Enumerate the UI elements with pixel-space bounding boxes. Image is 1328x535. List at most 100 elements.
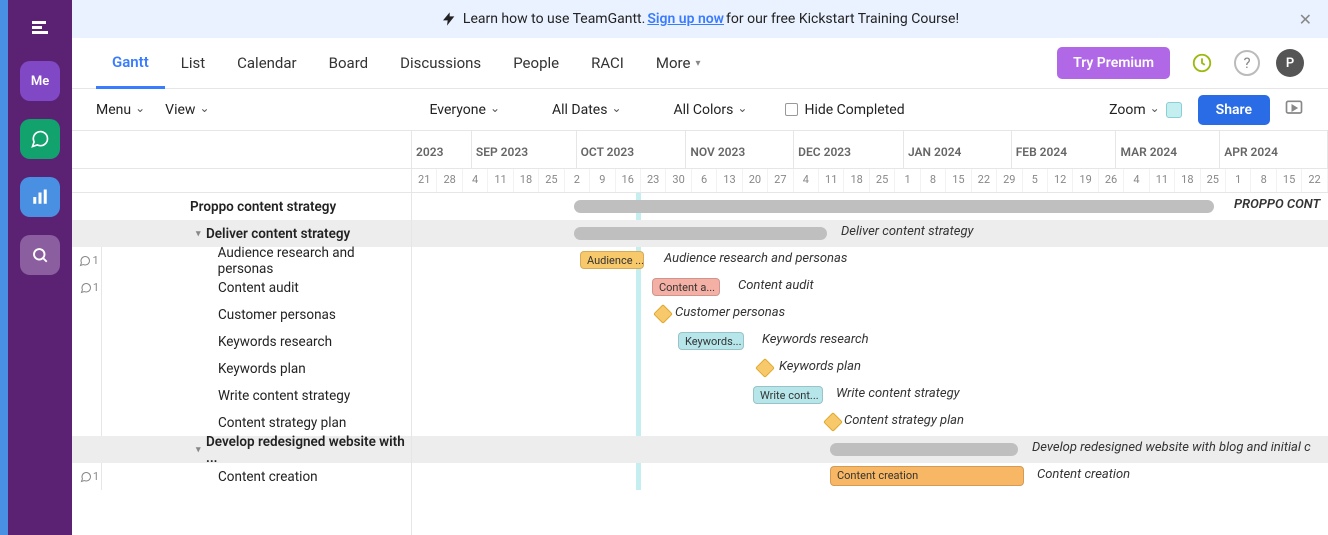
tab-discussions[interactable]: Discussions bbox=[384, 38, 497, 89]
everyone-filter[interactable]: Everyone bbox=[430, 102, 501, 118]
task-label: Content strategy plan bbox=[844, 413, 964, 428]
group-row[interactable]: Develop redesigned website with ... bbox=[72, 436, 411, 463]
day-header: 22 bbox=[972, 169, 997, 192]
day-header: 1 bbox=[895, 169, 920, 192]
color-swatch[interactable] bbox=[1166, 102, 1182, 118]
zoom-dropdown[interactable]: Zoom bbox=[1109, 102, 1160, 118]
colors-filter[interactable]: All Colors bbox=[674, 102, 748, 118]
menu-dropdown[interactable]: Menu bbox=[96, 102, 145, 118]
day-header: 4 bbox=[463, 169, 488, 192]
clock-icon[interactable] bbox=[1186, 47, 1218, 79]
group-label: Develop redesigned website with blog and… bbox=[1032, 440, 1311, 455]
task-label: Audience research and personas bbox=[664, 251, 847, 266]
logo-icon[interactable] bbox=[30, 18, 50, 43]
task-bar[interactable]: Audience ... bbox=[580, 251, 644, 269]
day-header: 11 bbox=[1150, 169, 1175, 192]
day-header: 22 bbox=[1302, 169, 1327, 192]
comment-icon[interactable]: 1 bbox=[72, 463, 102, 490]
task-row[interactable]: 1Audience research and personas bbox=[72, 247, 411, 274]
share-button[interactable]: Share bbox=[1198, 95, 1270, 125]
task-label: Write content strategy bbox=[836, 386, 960, 401]
day-header: 26 bbox=[1099, 169, 1124, 192]
project-title[interactable]: Proppo content strategy bbox=[72, 193, 411, 220]
task-bar[interactable]: Keywords... bbox=[678, 332, 744, 350]
day-header: 4 bbox=[794, 169, 819, 192]
month-header: APR 2024 bbox=[1220, 131, 1328, 168]
avatar[interactable]: P bbox=[1276, 49, 1304, 77]
dates-filter[interactable]: All Dates bbox=[552, 102, 622, 118]
day-header: 18 bbox=[844, 169, 869, 192]
group-row[interactable]: Deliver content strategy bbox=[72, 220, 411, 247]
task-row[interactable]: Content strategy plan bbox=[72, 409, 411, 436]
month-header: 2023 bbox=[412, 131, 472, 168]
hide-completed-checkbox[interactable]: Hide Completed bbox=[785, 102, 904, 118]
task-label: Customer personas bbox=[675, 305, 785, 320]
day-header: 20 bbox=[743, 169, 768, 192]
close-icon[interactable]: ✕ bbox=[1299, 10, 1312, 29]
day-header: 16 bbox=[616, 169, 641, 192]
day-header: 8 bbox=[1251, 169, 1276, 192]
milestone-diamond[interactable] bbox=[823, 412, 843, 432]
task-row[interactable]: Keywords plan bbox=[72, 355, 411, 382]
tab-board[interactable]: Board bbox=[313, 38, 384, 89]
group-bar[interactable] bbox=[830, 443, 1018, 456]
tab-more[interactable]: More bbox=[640, 38, 717, 89]
day-header: 18 bbox=[514, 169, 539, 192]
month-header: JAN 2024 bbox=[904, 131, 1012, 168]
day-header: 15 bbox=[1277, 169, 1302, 192]
milestone-diamond[interactable] bbox=[653, 304, 673, 324]
day-header: 25 bbox=[539, 169, 564, 192]
day-header: 28 bbox=[437, 169, 462, 192]
report-icon[interactable] bbox=[20, 177, 60, 217]
month-header: NOV 2023 bbox=[686, 131, 794, 168]
day-header: 11 bbox=[819, 169, 844, 192]
task-bar[interactable]: Write cont... bbox=[753, 386, 823, 404]
main-nav: GanttListCalendarBoardDiscussionsPeopleR… bbox=[72, 38, 1328, 89]
milestone-diamond[interactable] bbox=[755, 358, 775, 378]
present-icon[interactable] bbox=[1284, 98, 1304, 122]
tab-raci[interactable]: RACI bbox=[575, 38, 640, 89]
month-header: OCT 2023 bbox=[577, 131, 687, 168]
month-header: MAR 2024 bbox=[1116, 131, 1220, 168]
search-icon[interactable] bbox=[20, 235, 60, 275]
task-bar[interactable]: Content a... bbox=[652, 278, 720, 296]
month-header: FEB 2024 bbox=[1012, 131, 1117, 168]
task-bar[interactable]: Content creation bbox=[830, 466, 1024, 486]
month-header: DEC 2023 bbox=[794, 131, 904, 168]
month-header: SEP 2023 bbox=[472, 131, 577, 168]
day-header: 11 bbox=[488, 169, 513, 192]
day-header: 1 bbox=[1226, 169, 1251, 192]
task-row[interactable]: Keywords research bbox=[72, 328, 411, 355]
task-label: Keywords research bbox=[762, 332, 869, 347]
day-header: 4 bbox=[1124, 169, 1149, 192]
promo-banner: Learn how to use TeamGantt. Sign up now … bbox=[72, 0, 1328, 38]
day-header: 6 bbox=[692, 169, 717, 192]
me-button[interactable]: Me bbox=[20, 61, 60, 101]
comment-icon[interactable]: 1 bbox=[72, 247, 102, 274]
tab-people[interactable]: People bbox=[497, 38, 575, 89]
try-premium-button[interactable]: Try Premium bbox=[1057, 47, 1170, 79]
chat-icon[interactable] bbox=[20, 119, 60, 159]
view-dropdown[interactable]: View bbox=[165, 102, 209, 118]
group-label: Deliver content strategy bbox=[841, 224, 974, 239]
tab-calendar[interactable]: Calendar bbox=[221, 38, 313, 89]
day-header: 9 bbox=[590, 169, 615, 192]
day-header: 25 bbox=[1201, 169, 1226, 192]
day-header: 30 bbox=[666, 169, 691, 192]
signup-link[interactable]: Sign up now bbox=[647, 11, 724, 27]
group-bar[interactable] bbox=[574, 227, 827, 240]
task-label: Content creation bbox=[1037, 467, 1130, 482]
task-row[interactable]: Write content strategy bbox=[72, 382, 411, 409]
tab-list[interactable]: List bbox=[165, 38, 221, 89]
task-row[interactable]: 1Content audit bbox=[72, 274, 411, 301]
day-header: 13 bbox=[717, 169, 742, 192]
tab-gantt[interactable]: Gantt bbox=[96, 38, 165, 89]
task-row[interactable]: Customer personas bbox=[72, 301, 411, 328]
day-header: 29 bbox=[997, 169, 1022, 192]
day-header: 18 bbox=[1175, 169, 1200, 192]
project-bar[interactable] bbox=[574, 200, 1214, 213]
task-tree: Proppo content strategyDeliver content s… bbox=[72, 131, 412, 535]
task-row[interactable]: 1Content creation bbox=[72, 463, 411, 490]
help-icon[interactable]: ? bbox=[1234, 50, 1260, 76]
comment-icon[interactable]: 1 bbox=[72, 274, 102, 301]
